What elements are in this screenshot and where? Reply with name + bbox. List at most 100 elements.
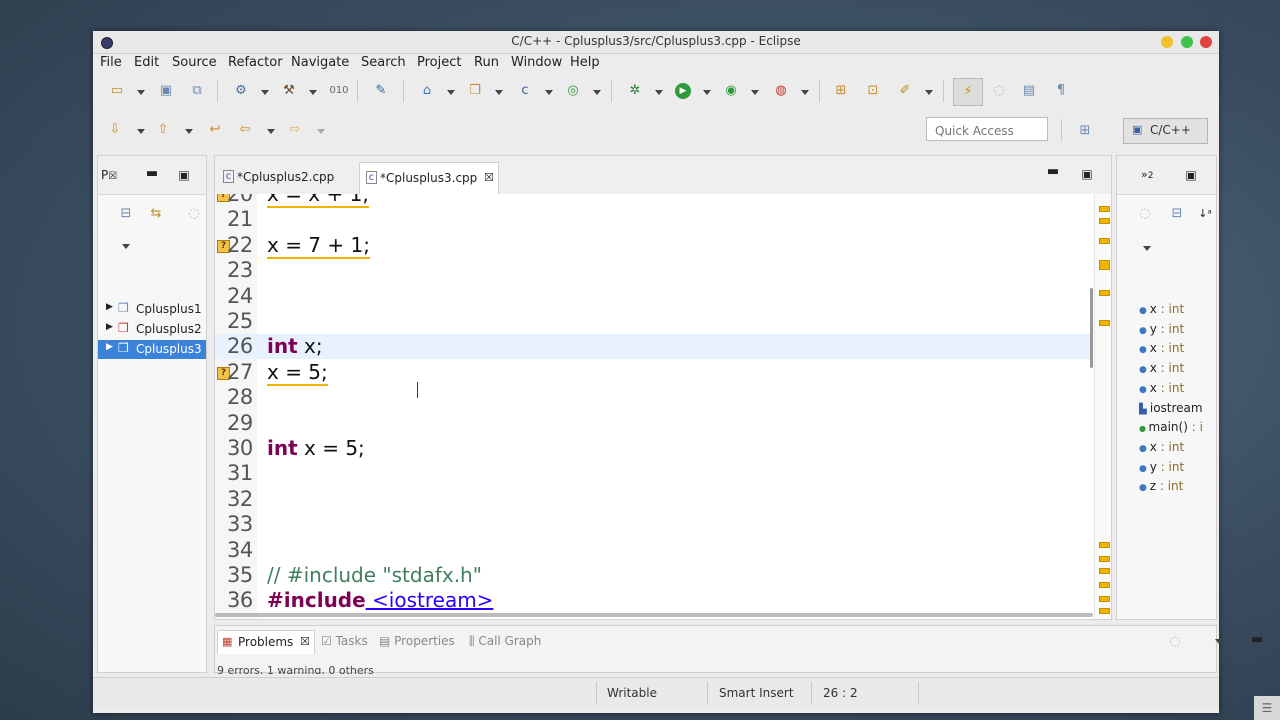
perspective-cpp-button[interactable]: ▣ C/C++ bbox=[1123, 118, 1208, 144]
outline-item[interactable]: ● y : int bbox=[1139, 322, 1184, 336]
expand-arrow-icon[interactable]: ▶ bbox=[106, 302, 113, 312]
new-folder-icon[interactable]: ❐ bbox=[467, 83, 483, 99]
outline-item[interactable]: ● x : int bbox=[1139, 341, 1184, 355]
outline-item[interactable]: ● x : int bbox=[1139, 361, 1184, 375]
tree-item-cplusplus1[interactable]: ▶ ❐ Cplusplus1 bbox=[98, 300, 206, 320]
outline-item[interactable]: ● x : int bbox=[1139, 381, 1184, 395]
close-button[interactable] bbox=[1200, 36, 1212, 48]
menu-edit[interactable]: Edit bbox=[134, 55, 159, 70]
new-project-dropdown-icon[interactable] bbox=[447, 90, 455, 95]
new-class-icon[interactable]: ◎ bbox=[565, 83, 581, 99]
warning-marker[interactable] bbox=[1099, 596, 1110, 602]
outline-view-tab[interactable]: »2 bbox=[1141, 168, 1153, 181]
collapse-all-icon[interactable]: ⊟ bbox=[118, 206, 134, 222]
warning-marker[interactable] bbox=[1099, 320, 1110, 326]
bottom-tab-call-graph[interactable]: ⫼ Call Graph bbox=[469, 634, 541, 649]
expand-arrow-icon[interactable]: ▶ bbox=[106, 322, 113, 332]
profile-dropdown-icon[interactable] bbox=[751, 90, 759, 95]
editor-tab-cplusplus2[interactable]: c *Cplusplus2.cpp bbox=[217, 162, 357, 194]
warning-marker[interactable] bbox=[1099, 206, 1110, 212]
warning-marker[interactable] bbox=[1099, 556, 1110, 562]
menu-project[interactable]: Project bbox=[417, 55, 461, 70]
title-bar[interactable]: C/C++ - Cplusplus3/src/Cplusplus3.cpp - … bbox=[93, 31, 1219, 54]
code-line[interactable]: 34 bbox=[215, 538, 1093, 563]
code-line[interactable]: 30 int x = 5; bbox=[215, 436, 1093, 461]
warning-marker[interactable] bbox=[1099, 290, 1110, 296]
warning-marker[interactable] bbox=[1099, 260, 1110, 270]
run-dropdown-icon[interactable] bbox=[703, 90, 711, 95]
maximize-view-icon[interactable]: ▣ bbox=[176, 167, 192, 183]
menu-window[interactable]: Window bbox=[511, 55, 562, 70]
code-line[interactable]: 23 bbox=[215, 258, 1093, 283]
new-project-icon[interactable]: ⌂ bbox=[419, 83, 435, 99]
external-tools-dropdown-icon[interactable] bbox=[801, 90, 809, 95]
outline-maximize-icon[interactable]: ▣ bbox=[1183, 167, 1199, 183]
code-line[interactable]: 21 bbox=[215, 207, 1093, 232]
hide-fields-icon[interactable]: ◌ bbox=[1137, 206, 1153, 222]
bottom-minimize-icon[interactable]: ▬ bbox=[1249, 632, 1265, 648]
close-tab-icon[interactable]: ☒ bbox=[484, 171, 494, 184]
desktop-menu-icon[interactable]: ☰ bbox=[1254, 696, 1280, 720]
line-text[interactable]: int x; bbox=[267, 334, 323, 358]
open-folder-icon[interactable]: ⊡ bbox=[865, 83, 881, 99]
warning-marker[interactable] bbox=[1099, 218, 1110, 224]
code-line[interactable]: 33 bbox=[215, 512, 1093, 537]
bottom-tab-tasks[interactable]: ☑ Tasks bbox=[321, 634, 368, 648]
menu-run[interactable]: Run bbox=[474, 55, 499, 70]
outline-item[interactable]: ● y : int bbox=[1139, 460, 1184, 474]
line-text[interactable]: int x = 5; bbox=[267, 436, 365, 460]
new-icon[interactable]: ▭ bbox=[109, 83, 125, 99]
open-type-icon[interactable]: ⊞ bbox=[833, 83, 849, 99]
next-annotation-dropdown-icon[interactable] bbox=[137, 129, 145, 134]
build-hammer-icon[interactable]: ⚒ bbox=[281, 83, 297, 99]
vertical-scrollbar-thumb[interactable] bbox=[1090, 288, 1093, 368]
line-text[interactable]: #include <iostream> bbox=[267, 588, 493, 612]
show-whitespace-icon[interactable]: ¶ bbox=[1053, 83, 1069, 99]
back-dropdown-icon[interactable] bbox=[267, 129, 275, 134]
debug-dropdown-icon[interactable] bbox=[655, 90, 663, 95]
code-line[interactable]: ? 22 x = 7 + 1; bbox=[215, 233, 1093, 259]
view-menu-icon[interactable] bbox=[122, 244, 130, 249]
collapse-all-icon[interactable]: ⊟ bbox=[1169, 206, 1185, 222]
horizontal-scrollbar[interactable] bbox=[215, 613, 1093, 617]
outline-item[interactable]: ● z : int bbox=[1139, 479, 1183, 493]
warning-marker[interactable] bbox=[1099, 542, 1110, 548]
search-tool-dropdown-icon[interactable] bbox=[925, 90, 933, 95]
minimize-button[interactable] bbox=[1161, 36, 1173, 48]
toggle-mark-occurrences-icon[interactable]: ⚡ bbox=[953, 78, 983, 106]
project-explorer-tab[interactable]: P☒ bbox=[101, 168, 117, 182]
line-text[interactable]: x = x + 1; bbox=[267, 194, 370, 208]
code-line[interactable]: 32 bbox=[215, 487, 1093, 512]
code-line[interactable]: 31 bbox=[215, 461, 1093, 486]
save-icon[interactable]: ▣ bbox=[158, 83, 174, 99]
menu-search[interactable]: Search bbox=[361, 55, 406, 70]
code-line[interactable]: 28 bbox=[215, 385, 1093, 410]
code-area[interactable]: ? 20 x = x + 1; 21? 22 x = 7 + 1; 23 24 25 26 int … bbox=[215, 194, 1111, 619]
tree-item-cplusplus3[interactable]: ▶ ❐ Cplusplus3 bbox=[98, 340, 206, 359]
editor-tab-cplusplus3[interactable]: c *Cplusplus3.cpp ☒ bbox=[359, 162, 499, 194]
debug-launch-icon[interactable]: ✎ bbox=[373, 83, 389, 99]
menu-navigate[interactable]: Navigate bbox=[291, 55, 349, 70]
build-dropdown-icon[interactable] bbox=[309, 90, 317, 95]
debug-icon[interactable]: ✲ bbox=[627, 83, 643, 99]
sort-icon[interactable]: ↓ᵃ bbox=[1197, 206, 1213, 222]
line-text[interactable]: // #include "stdafx.h" bbox=[267, 563, 482, 587]
next-annotation-icon[interactable]: ⇩ bbox=[107, 122, 123, 138]
code-line[interactable]: 29 bbox=[215, 411, 1093, 436]
warning-marker[interactable] bbox=[1099, 582, 1110, 588]
previous-annotation-dropdown-icon[interactable] bbox=[185, 129, 193, 134]
back-icon[interactable]: ⇦ bbox=[237, 122, 253, 138]
code-line[interactable]: ? 20 x = x + 1; bbox=[215, 194, 1093, 208]
build-settings-icon[interactable]: ⚙ bbox=[233, 83, 249, 99]
new-folder-dropdown-icon[interactable] bbox=[495, 90, 503, 95]
tree-item-cplusplus2[interactable]: ▶ ❐ Cplusplus2 bbox=[98, 320, 206, 340]
bottom-view-menu-icon[interactable] bbox=[1215, 639, 1223, 644]
line-text[interactable]: x = 7 + 1; bbox=[267, 233, 370, 259]
editor-maximize-icon[interactable]: ▣ bbox=[1079, 166, 1095, 182]
editor-minimize-icon[interactable]: ▬ bbox=[1045, 164, 1061, 180]
close-view-icon[interactable]: ☒ bbox=[108, 171, 117, 182]
warning-marker[interactable] bbox=[1099, 608, 1110, 614]
forward-dropdown-icon[interactable] bbox=[317, 129, 325, 134]
close-tab-icon[interactable]: ☒ bbox=[300, 635, 310, 648]
profile-icon[interactable]: ◉ bbox=[723, 83, 739, 99]
